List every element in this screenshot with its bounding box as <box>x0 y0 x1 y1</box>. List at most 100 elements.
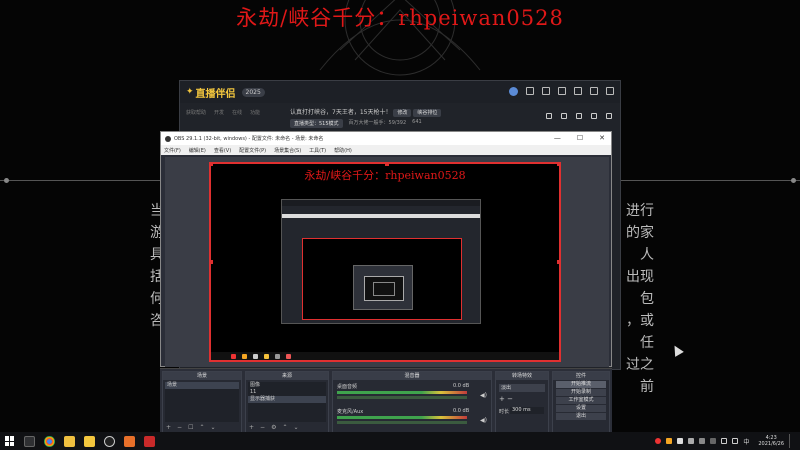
stream-type-badge[interactable]: 直播类型：515模式 <box>290 119 343 128</box>
settings-icon[interactable]: ☐ <box>188 424 193 431</box>
gift-icon[interactable] <box>546 113 552 119</box>
up-arrow-icon[interactable] <box>710 438 717 444</box>
tray-app-icon[interactable] <box>666 438 673 444</box>
obs-icon[interactable] <box>104 435 115 447</box>
scenes-list[interactable]: 场景 <box>165 382 239 422</box>
list-item[interactable]: 显示器捕获 <box>248 396 326 403</box>
duration-input[interactable]: 300 ms <box>510 407 544 414</box>
lock-icon[interactable] <box>561 113 567 119</box>
app-window-controls <box>509 87 614 96</box>
remove-icon[interactable]: − <box>177 424 182 431</box>
menu-scene-collection[interactable]: 场景集合(S) <box>274 147 301 154</box>
tray-app-icon[interactable] <box>677 438 684 444</box>
nested-capture-window <box>281 199 481 324</box>
obs-titlebar: OBS 29.1.1 (32-bit, windows) - 配置文件: 未命名… <box>161 132 611 145</box>
companion-app-icon[interactable] <box>84 435 95 447</box>
settings-icon[interactable]: ⚙ <box>271 424 276 431</box>
show-desktop-button[interactable] <box>789 434 792 448</box>
down-icon[interactable]: ⌄ <box>210 424 215 431</box>
menu-file[interactable]: 文件(F) <box>164 147 181 154</box>
folder-icon[interactable] <box>64 435 75 447</box>
volume-icon[interactable] <box>732 438 739 444</box>
start-recording-button[interactable]: 开始录制 <box>556 389 606 396</box>
mode-button[interactable]: 峡谷排位 <box>413 109 442 117</box>
up-icon[interactable]: ⌃ <box>199 424 204 431</box>
minimize-button[interactable]: — <box>554 134 561 142</box>
transition-select[interactable]: 淡出 <box>499 384 545 392</box>
chrome-icon[interactable] <box>44 435 55 447</box>
menu-profile[interactable]: 配置文件(P) <box>239 147 266 154</box>
menu-view[interactable]: 查看(V) <box>214 147 231 154</box>
list-item[interactable]: 11 <box>248 389 326 396</box>
menu-edit[interactable]: 编辑(E) <box>189 147 206 154</box>
menu-tools[interactable]: 工具(T) <box>309 147 326 154</box>
up-icon[interactable]: ⌃ <box>282 424 287 431</box>
resize-handle[interactable] <box>385 164 389 166</box>
preview-canvas[interactable]: 永劫/峡谷千分：rhpeiwan0528 <box>209 162 561 362</box>
divider-dot-right <box>791 178 796 183</box>
close-icon[interactable] <box>606 87 614 95</box>
list-item[interactable]: 场景 <box>165 382 239 389</box>
avatar[interactable] <box>509 87 518 96</box>
add-icon[interactable]: + <box>166 424 171 431</box>
transition-add-remove[interactable]: + − <box>499 395 513 403</box>
task-view-icon[interactable] <box>24 435 35 447</box>
close-button[interactable]: ✕ <box>599 134 605 142</box>
obs-window[interactable]: OBS 29.1.1 (32-bit, windows) - 配置文件: 未命名… <box>160 131 612 367</box>
obs-docks: 场景 场景 + − ☐ ⌃ ⌄ 来源 图像 11 显示器捕获 + − ⚙ ⌃ ⌄… <box>160 368 612 434</box>
system-tray: 中 4:23 2021/6/26 <box>655 432 792 450</box>
resize-handle[interactable] <box>211 260 213 264</box>
bell-icon[interactable] <box>591 113 597 119</box>
share-icon[interactable] <box>606 113 612 119</box>
obs-preview-area[interactable]: 永劫/峡谷千分：rhpeiwan0528 <box>165 157 609 367</box>
down-icon[interactable]: ⌄ <box>293 424 298 431</box>
start-streaming-button[interactable]: 开始推流 <box>556 381 606 388</box>
app-tab[interactable]: 开发 <box>214 109 224 116</box>
settings-button[interactable]: 设置 <box>556 405 606 412</box>
obs-menubar: 文件(F) 编辑(E) 查看(V) 配置文件(P) 场景集合(S) 工具(T) … <box>161 145 611 155</box>
app-tab[interactable]: 在线 <box>232 109 242 116</box>
ime-icon[interactable]: 中 <box>743 437 749 446</box>
tray-app-icon[interactable] <box>699 438 706 444</box>
maximize-button[interactable]: ☐ <box>577 134 583 142</box>
menu-icon[interactable] <box>558 87 566 95</box>
edit-status-button[interactable]: 修改 <box>393 109 412 117</box>
message-icon[interactable] <box>526 87 534 95</box>
wifi-icon[interactable] <box>721 438 728 444</box>
menu-help[interactable]: 帮助(H) <box>334 147 352 154</box>
app-icon <box>231 353 236 359</box>
app-icon[interactable] <box>124 435 135 447</box>
clock[interactable]: 4:23 2021/6/26 <box>758 435 784 447</box>
resize-handle[interactable] <box>557 164 559 166</box>
add-icon[interactable]: + <box>249 424 254 431</box>
resize-handle[interactable] <box>557 260 559 264</box>
mixer-channel-name: 桌面音频 <box>337 384 358 390</box>
app-tabs: 获取帮助 开发 在线 功能 <box>186 109 260 116</box>
volume-slider[interactable] <box>337 396 467 399</box>
maximize-icon[interactable] <box>590 87 598 95</box>
companion-app-header: ✦ 直播伴侣 2025 <box>180 81 620 103</box>
list-item[interactable]: 图像 <box>248 382 326 389</box>
tray-app-icon[interactable] <box>655 438 662 444</box>
start-button[interactable] <box>5 436 15 446</box>
resize-handle[interactable] <box>211 164 213 166</box>
audio-meter <box>337 391 467 394</box>
scenes-dock: 场景 场景 + − ☐ ⌃ ⌄ <box>162 371 242 433</box>
volume-slider[interactable] <box>337 421 467 424</box>
mixer-channel-name: 麦克风/Aux <box>337 409 364 415</box>
filter-icon[interactable] <box>542 87 550 95</box>
nested-preview-3 <box>364 276 404 301</box>
sources-list[interactable]: 图像 11 显示器捕获 <box>248 382 326 422</box>
speaker-icon[interactable]: ◀) <box>480 417 487 424</box>
studio-mode-button[interactable]: 工作室模式 <box>556 397 606 404</box>
minimize-icon[interactable] <box>574 87 582 95</box>
app-tab[interactable]: 获取帮助 <box>186 109 206 116</box>
tray-app-icon[interactable] <box>688 438 695 444</box>
app-tab[interactable]: 功能 <box>250 109 260 116</box>
settings-icon[interactable] <box>576 113 582 119</box>
audio-meter <box>337 416 467 419</box>
exit-button[interactable]: 退出 <box>556 413 606 420</box>
speaker-icon[interactable]: ◀) <box>480 392 487 399</box>
remove-icon[interactable]: − <box>260 424 265 431</box>
app-icon[interactable] <box>144 435 155 447</box>
